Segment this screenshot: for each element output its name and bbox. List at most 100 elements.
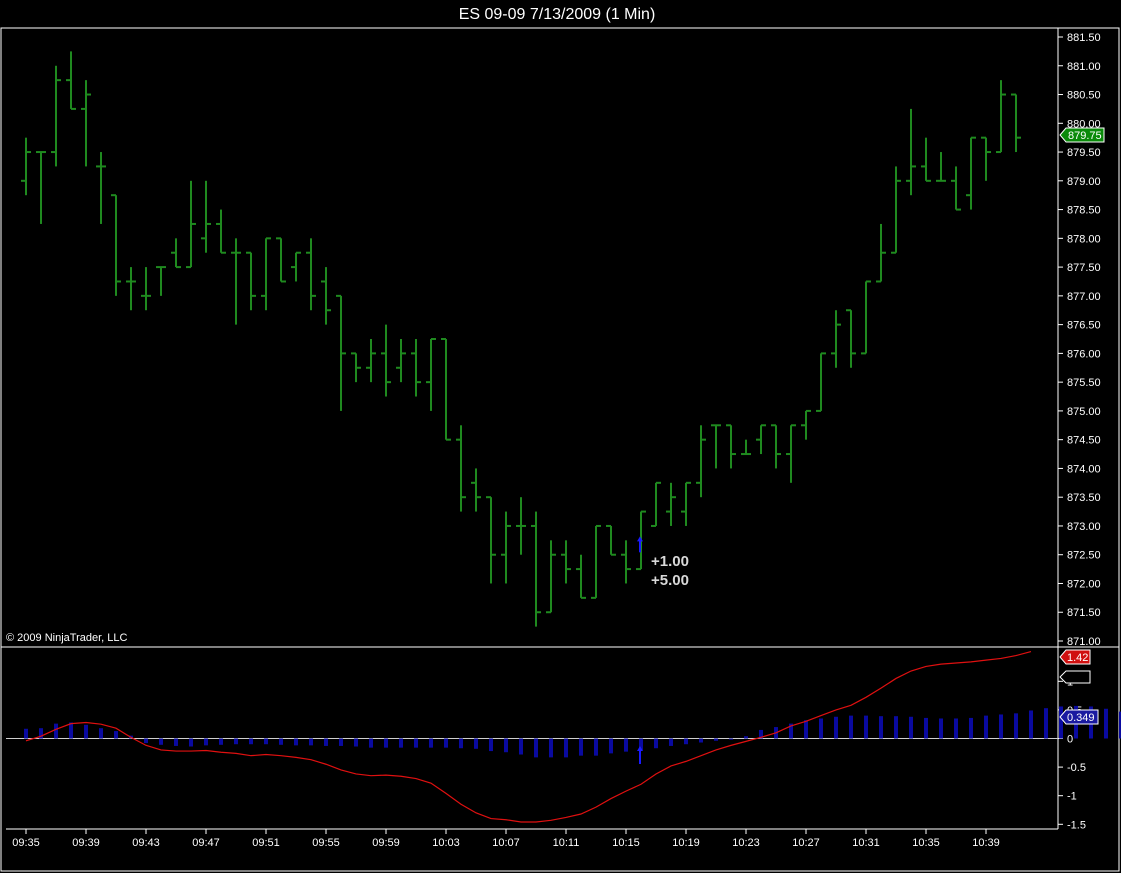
price-tick-label: 873.50 bbox=[1067, 492, 1101, 504]
macd-tick-label: -0.5 bbox=[1067, 762, 1086, 774]
time-tick-label: 09:47 bbox=[192, 837, 220, 849]
price-tick-label: 876.50 bbox=[1067, 320, 1101, 332]
histogram-bar bbox=[294, 738, 298, 746]
hist-value-tag: 0.349 bbox=[1059, 709, 1099, 725]
price-tick-label: 879.50 bbox=[1067, 147, 1101, 159]
macd-value-tag: 1.42 bbox=[1059, 649, 1091, 665]
time-tick-label: 09:43 bbox=[132, 837, 160, 849]
time-tick-label: 10:23 bbox=[732, 837, 760, 849]
histogram-bar bbox=[594, 738, 598, 756]
histogram-bar bbox=[729, 738, 733, 740]
histogram-bar bbox=[1044, 708, 1048, 739]
histogram-bar bbox=[354, 738, 358, 747]
histogram-bar bbox=[414, 738, 418, 748]
histogram-bar bbox=[324, 738, 328, 746]
histogram-bar bbox=[204, 738, 208, 746]
time-tick-label: 09:51 bbox=[252, 837, 280, 849]
time-tick-label: 09:35 bbox=[12, 837, 40, 849]
price-tick-label: 872.00 bbox=[1067, 578, 1101, 590]
histogram-bar bbox=[864, 715, 868, 739]
histogram-bar bbox=[624, 738, 628, 752]
histogram-bar bbox=[399, 738, 403, 748]
last-price-value: 879.75 bbox=[1068, 130, 1102, 142]
price-tick-label: 874.00 bbox=[1067, 463, 1101, 475]
price-tick-label: 871.00 bbox=[1067, 636, 1101, 648]
histogram-bar bbox=[1029, 710, 1033, 739]
histogram-bar bbox=[699, 738, 703, 743]
histogram-bar bbox=[279, 738, 283, 745]
histogram-bar bbox=[984, 715, 988, 739]
last-price-tag: 879.75 bbox=[1059, 127, 1105, 143]
histogram-bar bbox=[489, 738, 493, 752]
pnl-text-2: +5.00 bbox=[651, 572, 689, 589]
time-tick-label: 10:11 bbox=[553, 837, 580, 849]
price-tick-label: 871.50 bbox=[1067, 607, 1101, 619]
chart-canvas: ES 09-09 7/13/2009 (1 Min) 881.50 881.00 8… bbox=[0, 0, 1121, 873]
histogram-bar bbox=[534, 738, 538, 758]
histogram-bar bbox=[1059, 706, 1063, 739]
price-tick-label: 873.00 bbox=[1067, 521, 1101, 533]
time-tick-label: 10:39 bbox=[972, 837, 1000, 849]
histogram-bar bbox=[519, 738, 523, 755]
macd-value: 1.42 bbox=[1067, 652, 1088, 664]
histogram-bar bbox=[669, 738, 673, 746]
histogram-bar bbox=[54, 723, 58, 739]
histogram-bar bbox=[999, 714, 1003, 739]
histogram-bar bbox=[339, 738, 343, 746]
histogram-bar bbox=[564, 738, 568, 758]
price-tick-label: 881.00 bbox=[1067, 61, 1101, 73]
histogram-bar bbox=[144, 738, 148, 744]
chart-title: ES 09-09 7/13/2009 (1 Min) bbox=[459, 6, 656, 23]
histogram-bar bbox=[174, 738, 178, 746]
macd-tick-label: -1.5 bbox=[1067, 819, 1086, 831]
signal-callout bbox=[1059, 670, 1091, 684]
time-tick-label: 10:27 bbox=[792, 837, 820, 849]
macd-tick-label: -1 bbox=[1067, 791, 1077, 803]
price-tick-label: 878.00 bbox=[1067, 233, 1101, 245]
price-tick-label: 877.00 bbox=[1067, 291, 1101, 303]
histogram-bar bbox=[1014, 713, 1018, 739]
histogram-bar bbox=[909, 716, 913, 739]
histogram-bar bbox=[924, 717, 928, 739]
histogram-bar bbox=[99, 728, 103, 739]
price-tick-label: 872.50 bbox=[1067, 550, 1101, 562]
histogram-bar bbox=[84, 724, 88, 739]
histogram-bar bbox=[879, 716, 883, 739]
price-tick-label: 881.50 bbox=[1067, 32, 1101, 44]
histogram-bar bbox=[264, 738, 268, 745]
time-tick-label: 10:31 bbox=[852, 837, 880, 849]
time-tick-label: 10:03 bbox=[432, 837, 460, 849]
histogram-bar bbox=[474, 738, 478, 749]
histogram-bar bbox=[459, 738, 463, 749]
histogram-bar bbox=[234, 738, 238, 745]
histogram-bar bbox=[189, 738, 193, 747]
copyright-text: © 2009 NinjaTrader, LLC bbox=[6, 632, 127, 644]
histogram-bar bbox=[609, 738, 613, 754]
time-tick-label: 09:59 bbox=[372, 837, 400, 849]
time-tick-label: 09:39 bbox=[72, 837, 100, 849]
histogram-bar bbox=[24, 728, 28, 739]
histogram-bar bbox=[654, 738, 658, 749]
histogram-bar bbox=[714, 738, 718, 741]
histogram-bar bbox=[969, 717, 973, 739]
histogram-bar bbox=[69, 722, 73, 739]
histogram-bar bbox=[684, 738, 688, 745]
histogram-bar bbox=[939, 718, 943, 739]
histogram-bar bbox=[444, 738, 448, 748]
histogram-bar bbox=[1104, 708, 1108, 739]
histogram-bar bbox=[309, 738, 313, 746]
histogram-bar bbox=[384, 738, 388, 748]
price-tick-label: 875.00 bbox=[1067, 406, 1101, 418]
time-tick-label: 10:19 bbox=[672, 837, 700, 849]
pnl-text-1: +1.00 bbox=[651, 553, 689, 570]
price-tick-label: 879.00 bbox=[1067, 176, 1101, 188]
histogram-bar bbox=[819, 718, 823, 739]
histogram-bar bbox=[429, 738, 433, 748]
histogram-bar bbox=[369, 738, 373, 748]
histogram-bar bbox=[159, 738, 163, 745]
hist-value: 0.349 bbox=[1067, 712, 1095, 724]
histogram-bar bbox=[744, 736, 748, 739]
time-tick-label: 10:35 bbox=[912, 837, 940, 849]
histogram-bar bbox=[549, 738, 553, 758]
histogram-bar bbox=[249, 738, 253, 745]
